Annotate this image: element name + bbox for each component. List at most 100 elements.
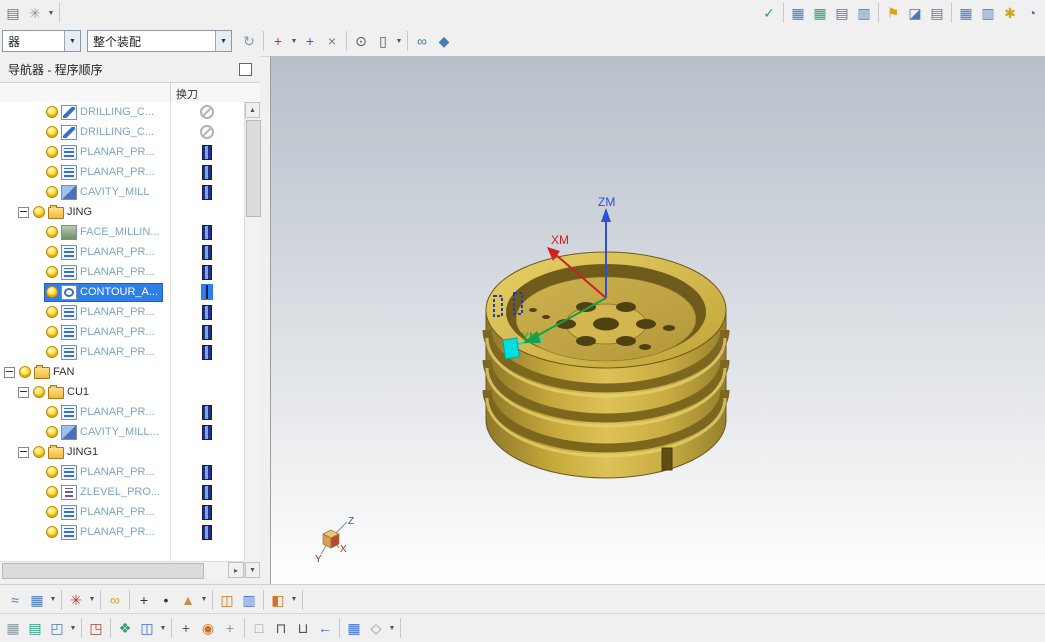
lightbulb-icon[interactable] <box>46 466 58 478</box>
pin-icon[interactable]: ⚑ <box>882 2 904 24</box>
scroll-down-button[interactable]: ▼ <box>245 562 260 578</box>
tree-row[interactable]: JING <box>0 202 244 222</box>
report-icon-2[interactable]: ▤ <box>926 2 948 24</box>
lightbulb-icon[interactable] <box>19 366 31 378</box>
lightbulb-icon[interactable] <box>33 386 45 398</box>
tree-row[interactable]: PLANAR_PR... <box>0 142 244 162</box>
surface-wave-icon[interactable]: ≈ <box>4 589 26 611</box>
snap-quick-icon[interactable]: × <box>321 30 343 52</box>
suppress-arrow-icon[interactable]: ← <box>314 617 336 639</box>
tree-row[interactable]: PLANAR_PR... <box>0 322 244 342</box>
lightbulb-icon[interactable] <box>46 406 58 418</box>
scrollbar-thumb[interactable] <box>246 120 261 217</box>
scrollbar-thumb[interactable] <box>2 563 204 579</box>
plus-icon[interactable]: + <box>133 589 155 611</box>
clock-icon[interactable]: ◔ <box>1021 2 1043 24</box>
wcs-star-icon[interactable]: ✳ <box>24 2 46 24</box>
worksheet-icon-3[interactable]: ▤ <box>831 2 853 24</box>
link-chain-icon[interactable]: ∞ <box>104 589 126 611</box>
cube-move-icon[interactable]: ◳ <box>85 617 107 639</box>
new-component-icon-dropdown-arrow[interactable]: ▼ <box>68 617 78 639</box>
fixture-icon[interactable]: ⊔ <box>292 617 314 639</box>
chevron-down-icon[interactable]: ▼ <box>64 31 80 51</box>
lightbulb-icon[interactable] <box>46 166 58 178</box>
report-icon-4[interactable]: ▥ <box>977 2 999 24</box>
tree-row[interactable]: DRILLING_C... <box>0 102 244 122</box>
lightbulb-icon[interactable] <box>46 426 58 438</box>
color-star-icon-dropdown-arrow[interactable]: ▼ <box>87 589 97 611</box>
lightbulb-icon[interactable] <box>46 346 58 358</box>
lightbulb-icon[interactable] <box>46 526 58 538</box>
tree-row[interactable]: FACE_MILLIN... <box>0 222 244 242</box>
columns-icon[interactable]: ◫ <box>136 617 158 639</box>
tools-icon[interactable]: ✱ <box>999 2 1021 24</box>
box-icon[interactable]: □ <box>248 617 270 639</box>
lightbulb-icon[interactable] <box>46 106 58 118</box>
collapse-toggle-icon[interactable] <box>18 446 29 458</box>
display-part-icon[interactable]: ▤ <box>2 2 24 24</box>
cube-axis-icon-dropdown-arrow[interactable]: ▼ <box>387 617 397 639</box>
tree-row[interactable]: PLANAR_PR... <box>0 402 244 422</box>
lightbulb-icon[interactable] <box>46 186 58 198</box>
undock-button[interactable] <box>239 62 252 76</box>
move-object-icon-dropdown-arrow[interactable]: ▼ <box>199 589 209 611</box>
scroll-up-button[interactable]: ▲ <box>245 102 260 118</box>
snap-point-icon[interactable]: + <box>267 30 289 52</box>
add-grid-icon[interactable]: + <box>175 617 197 639</box>
vertical-scrollbar[interactable]: ▲ ▼ <box>244 102 261 578</box>
grid-ruler-icon-dropdown-arrow[interactable]: ▼ <box>48 589 58 611</box>
assembly-box-icon-dropdown-arrow[interactable]: ▼ <box>289 589 299 611</box>
tree-row[interactable]: CAVITY_MILL... <box>0 422 244 442</box>
window-grid-icon[interactable]: ▦ <box>2 617 24 639</box>
sketch-sheet-icon[interactable]: ▤ <box>24 617 46 639</box>
rect-select-icon-dropdown-arrow[interactable]: ▼ <box>394 30 404 52</box>
assembly-scope-combo[interactable]: 整个装配 ▼ <box>87 30 232 52</box>
grid-ruler-icon[interactable]: ▦ <box>26 589 48 611</box>
lightbulb-icon[interactable] <box>46 506 58 518</box>
chevron-down-icon[interactable]: ▼ <box>215 31 231 51</box>
plus-gray-icon[interactable]: + <box>219 617 241 639</box>
measure-icon[interactable]: ◫ <box>216 589 238 611</box>
tree-row[interactable]: JING1 <box>0 442 244 462</box>
report-icon-1[interactable]: ◪ <box>904 2 926 24</box>
snap-point-icon-dropdown-arrow[interactable]: ▼ <box>289 30 299 52</box>
dot-icon[interactable]: • <box>155 589 177 611</box>
tree-row[interactable]: PLANAR_PR... <box>0 522 244 542</box>
tree-row[interactable]: PLANAR_PR... <box>0 462 244 482</box>
snap-rotate-icon[interactable]: + <box>299 30 321 52</box>
new-component-icon[interactable]: ◰ <box>46 617 68 639</box>
tree-row[interactable]: CAVITY_MILL <box>0 182 244 202</box>
worksheet-icon-4[interactable]: ▥ <box>853 2 875 24</box>
lightbulb-icon[interactable] <box>46 246 58 258</box>
tree-row[interactable]: ZLEVEL_PRO... <box>0 482 244 502</box>
cube-axis-icon[interactable]: ◇ <box>365 617 387 639</box>
clamp-icon[interactable]: ⊓ <box>270 617 292 639</box>
wcs-star-icon-dropdown-arrow[interactable]: ▼ <box>46 2 56 24</box>
lightbulb-icon[interactable] <box>33 446 45 458</box>
worksheet-icon-1[interactable]: ▦ <box>787 2 809 24</box>
horizontal-scrollbar[interactable]: ▸ <box>0 561 244 579</box>
lightbulb-icon[interactable] <box>46 306 58 318</box>
circle-center-icon[interactable]: ⊙ <box>350 30 372 52</box>
glasses-icon[interactable]: ∞ <box>411 30 433 52</box>
lightbulb-icon[interactable] <box>46 286 58 298</box>
tree-row[interactable]: CU1 <box>0 382 244 402</box>
tree-row[interactable]: PLANAR_PR... <box>0 262 244 282</box>
lightbulb-icon[interactable] <box>46 126 58 138</box>
tree-row[interactable]: PLANAR_PR... <box>0 502 244 522</box>
lightbulb-icon[interactable] <box>46 486 58 498</box>
model-canvas[interactable]: ZM XM YM Z X Y <box>271 56 1045 584</box>
lightbulb-icon[interactable] <box>33 206 45 218</box>
verify-check-icon[interactable]: ✓ <box>758 2 780 24</box>
collapse-toggle-icon[interactable] <box>18 206 29 218</box>
pattern-icon[interactable]: ❖ <box>114 617 136 639</box>
lightbulb-icon[interactable] <box>46 266 58 278</box>
tree-row[interactable]: DRILLING_C... <box>0 122 244 142</box>
rect-select-icon[interactable]: ▯ <box>372 30 394 52</box>
table-icon[interactable]: ▦ <box>343 617 365 639</box>
navigator-column-header[interactable]: 换刀 <box>0 82 260 104</box>
tree-row[interactable]: FAN <box>0 362 244 382</box>
tree-row[interactable]: PLANAR_PR... <box>0 162 244 182</box>
report-icon-3[interactable]: ▦ <box>955 2 977 24</box>
graphics-viewport[interactable]: ZM XM YM Z X Y <box>270 56 1045 584</box>
